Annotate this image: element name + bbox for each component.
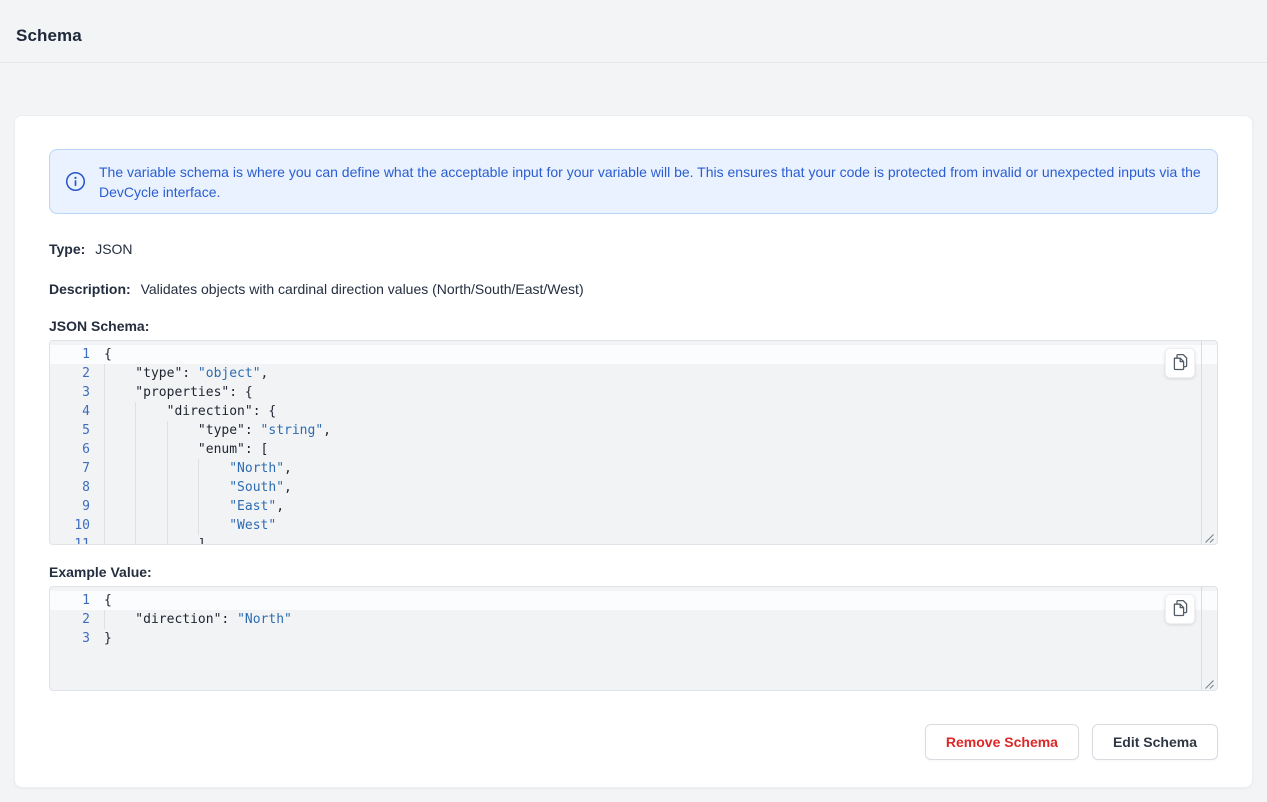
copy-icon	[1172, 353, 1189, 374]
schema-card: The variable schema is where you can def…	[14, 115, 1253, 788]
indent-guide	[104, 478, 105, 497]
indent-guide	[104, 459, 105, 478]
code-line: 1{	[50, 345, 1217, 364]
type-label: Type:	[49, 241, 85, 257]
indent-guide	[104, 383, 105, 402]
indent-guide	[135, 421, 136, 440]
indent-guide	[104, 497, 105, 516]
indent-guide	[104, 610, 105, 629]
code-line: 3 "properties": {	[50, 383, 1217, 402]
indent-guide	[104, 402, 105, 421]
line-number: 2	[50, 610, 90, 629]
type-value: JSON	[95, 241, 132, 257]
info-banner: The variable schema is where you can def…	[49, 149, 1218, 214]
resize-handle-icon[interactable]	[1204, 531, 1215, 542]
example-value-label: Example Value:	[49, 564, 152, 580]
indent-guide	[104, 421, 105, 440]
json-schema-editor[interactable]: 1{2 "type": "object",3 "properties": {4 …	[49, 340, 1218, 545]
scrollbar-track[interactable]	[1201, 341, 1202, 544]
code-line: 6 "enum": [	[50, 440, 1217, 459]
code-line: 3}	[50, 629, 1217, 648]
indent-guide	[135, 516, 136, 535]
code-line: 9 "East",	[50, 497, 1217, 516]
indent-guide	[104, 364, 105, 383]
resize-handle-icon[interactable]	[1204, 677, 1215, 688]
line-number: 9	[50, 497, 90, 516]
example-value-editor[interactable]: 1{2 "direction": "North"3}	[49, 586, 1218, 691]
indent-guide	[104, 535, 105, 545]
copy-button[interactable]	[1165, 348, 1195, 378]
json-schema-label: JSON Schema:	[49, 318, 149, 334]
line-number: 3	[50, 383, 90, 402]
copy-icon	[1172, 599, 1189, 620]
line-number: 2	[50, 364, 90, 383]
indent-guide	[135, 497, 136, 516]
code-line: 7 "North",	[50, 459, 1217, 478]
indent-guide	[135, 535, 136, 545]
info-circle-icon	[65, 171, 86, 192]
example-value-code: 1{2 "direction": "North"3}	[50, 587, 1217, 648]
code-line: 4 "direction": {	[50, 402, 1217, 421]
indent-guide	[135, 440, 136, 459]
indent-guide	[167, 497, 168, 516]
indent-guide	[167, 516, 168, 535]
page-title: Schema	[16, 26, 82, 46]
indent-guide	[167, 535, 168, 545]
indent-guide	[104, 516, 105, 535]
line-number: 5	[50, 421, 90, 440]
line-number: 11	[50, 535, 90, 545]
scrollbar-track[interactable]	[1201, 587, 1202, 690]
indent-guide	[135, 402, 136, 421]
code-line: 1{	[50, 591, 1217, 610]
json-schema-label-row: JSON Schema:	[49, 316, 1218, 336]
indent-guide	[167, 459, 168, 478]
indent-guide	[104, 440, 105, 459]
description-label: Description:	[49, 281, 131, 297]
page-header: Schema	[0, 0, 1267, 63]
line-number: 4	[50, 402, 90, 421]
example-value-label-row: Example Value:	[49, 562, 1218, 582]
type-row: Type: JSON	[49, 239, 1218, 259]
line-number: 3	[50, 629, 90, 648]
indent-guide	[198, 516, 199, 535]
line-number: 1	[50, 345, 90, 364]
code-line: 5 "type": "string",	[50, 421, 1217, 440]
indent-guide	[167, 440, 168, 459]
code-line: 2 "direction": "North"	[50, 610, 1217, 629]
line-number: 8	[50, 478, 90, 497]
line-number: 6	[50, 440, 90, 459]
indent-guide	[198, 478, 199, 497]
line-number: 10	[50, 516, 90, 535]
code-line: 11 ]	[50, 535, 1217, 545]
remove-schema-button[interactable]: Remove Schema	[925, 724, 1079, 760]
actions-row: Remove Schema Edit Schema	[49, 724, 1218, 760]
banner-text: The variable schema is where you can def…	[99, 162, 1202, 202]
indent-guide	[198, 459, 199, 478]
indent-guide	[135, 478, 136, 497]
json-schema-code: 1{2 "type": "object",3 "properties": {4 …	[50, 341, 1217, 545]
description-row: Description: Validates objects with card…	[49, 279, 1218, 299]
description-value: Validates objects with cardinal directio…	[141, 281, 584, 297]
line-number: 7	[50, 459, 90, 478]
edit-schema-button[interactable]: Edit Schema	[1092, 724, 1218, 760]
code-line: 10 "West"	[50, 516, 1217, 535]
code-line: 2 "type": "object",	[50, 364, 1217, 383]
code-line: 8 "South",	[50, 478, 1217, 497]
indent-guide	[198, 497, 199, 516]
line-number: 1	[50, 591, 90, 610]
copy-button[interactable]	[1165, 594, 1195, 624]
indent-guide	[167, 421, 168, 440]
indent-guide	[135, 459, 136, 478]
indent-guide	[167, 478, 168, 497]
